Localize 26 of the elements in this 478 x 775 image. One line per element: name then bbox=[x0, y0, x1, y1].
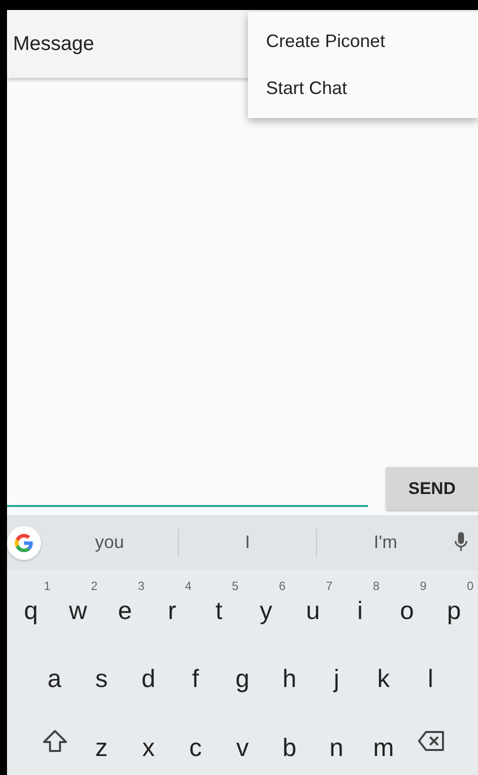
shift-icon[interactable] bbox=[42, 728, 68, 753]
keyboard-key[interactable]: c bbox=[172, 712, 219, 769]
menu-item[interactable]: Start Chat bbox=[248, 65, 478, 112]
send-button[interactable]: SEND bbox=[386, 467, 478, 510]
keyboard-key[interactable]: a bbox=[31, 644, 78, 700]
keyboard-key[interactable]: x bbox=[125, 712, 172, 769]
keyboard-key[interactable]: l bbox=[407, 644, 454, 700]
keyboard-key[interactable]: v bbox=[219, 712, 266, 769]
google-logo-icon[interactable] bbox=[7, 526, 41, 560]
keyboard-key[interactable]: g bbox=[219, 644, 266, 700]
suggestion[interactable]: you bbox=[41, 529, 178, 556]
keyboard-key[interactable]: z bbox=[78, 712, 125, 769]
keyboard-key[interactable]: h bbox=[266, 644, 313, 700]
keyboard-key[interactable]: f bbox=[172, 644, 219, 700]
keyboard-key[interactable]: b bbox=[266, 712, 313, 769]
keyboard-key[interactable]: n bbox=[313, 712, 360, 769]
suggestion[interactable]: I'm bbox=[317, 529, 454, 556]
keyboard-key[interactable]: s bbox=[78, 644, 125, 700]
backspace-icon[interactable] bbox=[416, 730, 444, 752]
keyboard-key[interactable]: k bbox=[360, 644, 407, 700]
app-bar-title: Message bbox=[13, 32, 94, 57]
menu-item[interactable]: Create Piconet bbox=[248, 18, 478, 65]
keyboard-key[interactable]: m bbox=[360, 712, 407, 769]
suggestion[interactable]: I bbox=[179, 529, 316, 556]
keyboard-key[interactable]: j bbox=[313, 644, 360, 700]
keyboard-key[interactable]: d bbox=[125, 644, 172, 700]
